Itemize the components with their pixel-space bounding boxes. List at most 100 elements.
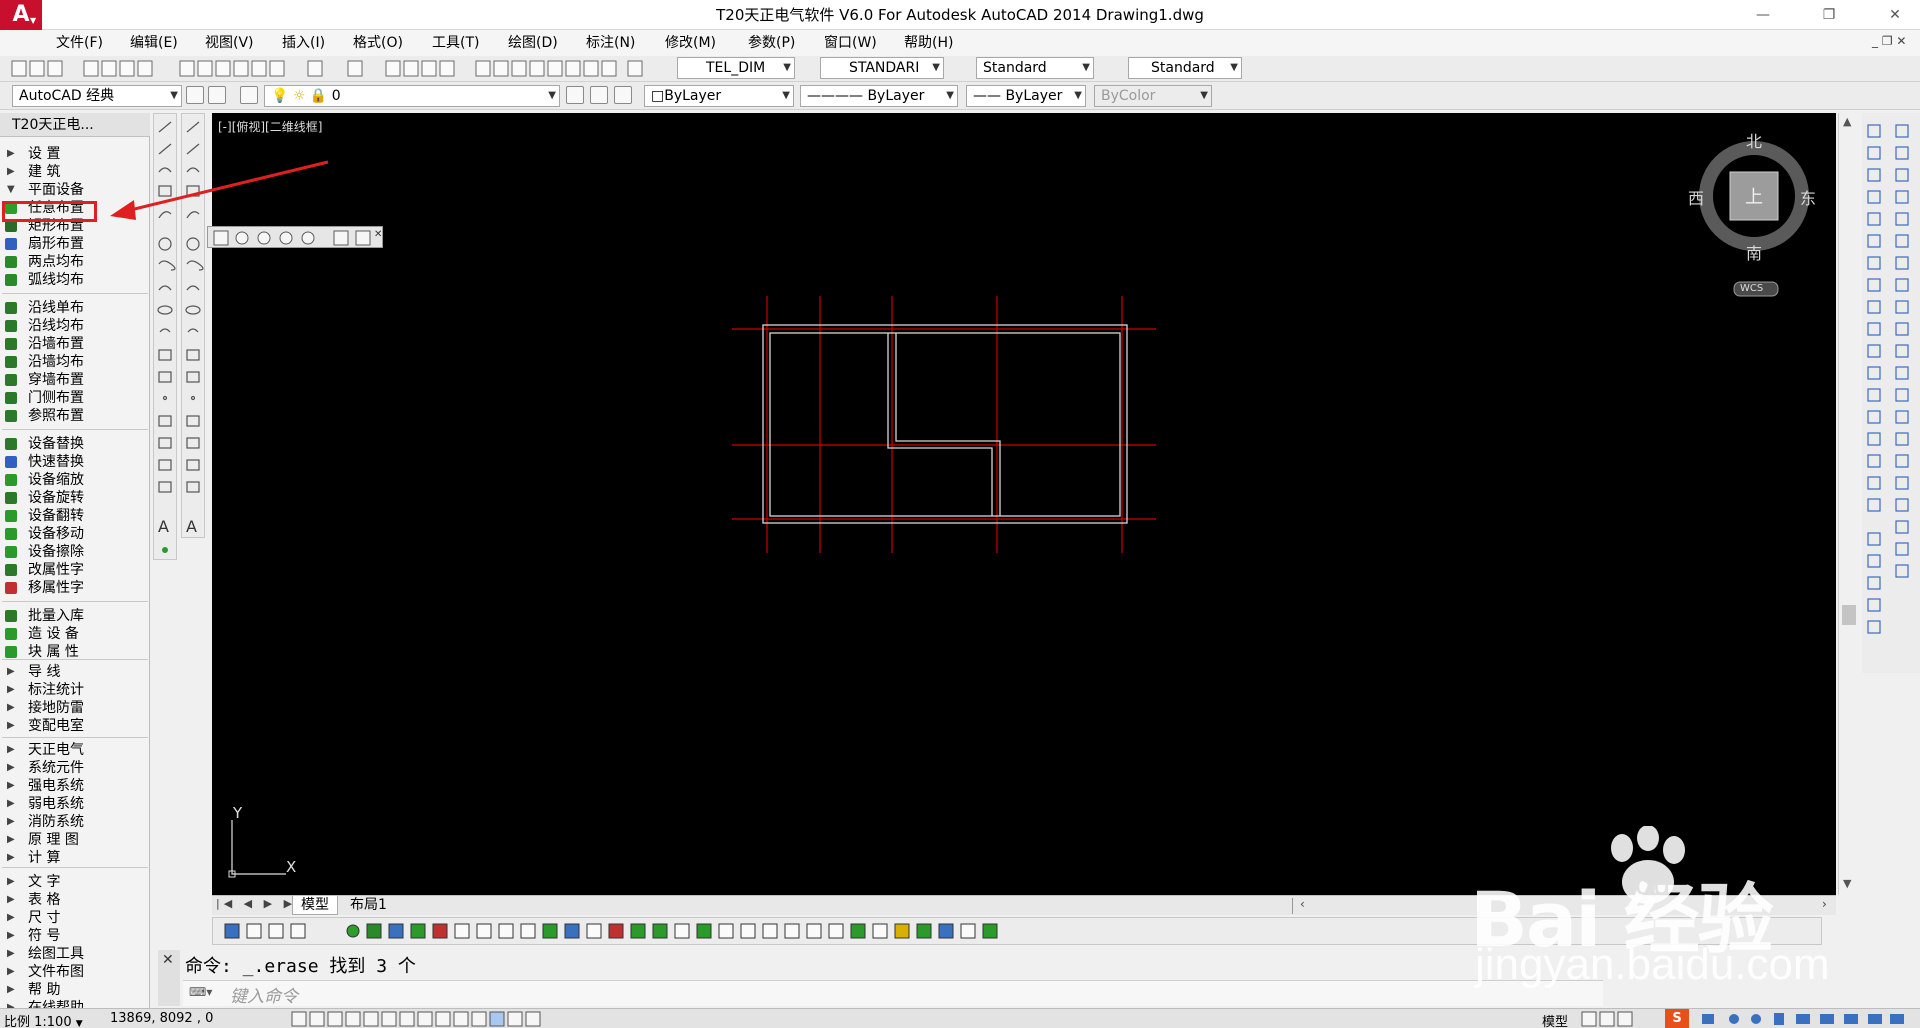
scroll-thumb[interactable]	[1842, 605, 1856, 625]
palette-item[interactable]: 设备擦除	[0, 543, 150, 561]
doc-window-controls[interactable]: _ ❐ ✕	[1872, 34, 1906, 48]
menu-draw[interactable]: 绘图(D)	[508, 30, 558, 56]
palette-item[interactable]: 扇形布置	[0, 235, 150, 253]
palette-item[interactable]: ▶ 原 理 图	[0, 831, 150, 849]
palette-item[interactable]: ▶ 天正电气	[0, 741, 150, 759]
layer-previous-icon[interactable]	[590, 86, 608, 104]
palette-item[interactable]: 沿墙均布	[0, 353, 150, 371]
palette-item[interactable]: ▶ 接地防雷	[0, 699, 150, 717]
toolbar-lock-icon[interactable]	[208, 86, 226, 104]
palette-item[interactable]: 设备替换	[0, 435, 150, 453]
palette-item[interactable]: ▶ 符 号	[0, 927, 150, 945]
palette-item[interactable]: 参照布置	[0, 407, 150, 425]
layer-select[interactable]: 💡 ☼ 🔒 0 ▼	[264, 85, 560, 107]
menu-format[interactable]: 格式(O)	[353, 30, 403, 56]
workspace-select[interactable]: AutoCAD 经典 ▼	[12, 85, 182, 107]
palette-item[interactable]: 弧线均布	[0, 271, 150, 289]
palette-item[interactable]: 设备旋转	[0, 489, 150, 507]
model-space-toggle[interactable]: 模型	[1542, 1011, 1568, 1028]
palette-item[interactable]: ▶ 系统元件	[0, 759, 150, 777]
palette-item[interactable]: 两点均布	[0, 253, 150, 271]
tab-nav-arrows[interactable]: |◀ ◀ ▶ ▶|	[216, 897, 304, 910]
close-icon[interactable]: ✕	[162, 952, 174, 968]
palette-item[interactable]: 批量入库	[0, 607, 150, 625]
tab-model[interactable]: 模型	[292, 896, 338, 915]
palette-item[interactable]: ▶ 表 格	[0, 891, 150, 909]
palette-item[interactable]: ▶ 计 算	[0, 849, 150, 867]
palette-item[interactable]: ▶ 导 线	[0, 663, 150, 681]
palette-item[interactable]: 快速替换	[0, 453, 150, 471]
annotation-arrow	[110, 160, 329, 220]
linetype-select[interactable]: ———— ByLayer ▼	[800, 85, 958, 107]
menu-edit[interactable]: 编辑(E)	[130, 30, 178, 56]
scroll-right-icon[interactable]: ›	[1822, 897, 1827, 911]
drafting-toggles[interactable]	[290, 1011, 590, 1027]
viewcube[interactable]	[1690, 130, 1830, 300]
menu-modify[interactable]: 修改(M)	[665, 30, 716, 56]
menu-file[interactable]: 文件(F)	[56, 30, 103, 56]
bottom-tool-icons[interactable]	[213, 918, 1213, 944]
ime-toolbar-icons[interactable]	[1700, 1011, 1910, 1027]
menu-parameter[interactable]: 参数(P)	[748, 30, 795, 56]
scroll-up-icon[interactable]: ▲	[1843, 115, 1851, 128]
menu-dimension[interactable]: 标注(N)	[586, 30, 635, 56]
palette-item[interactable]: 设备翻转	[0, 507, 150, 525]
restore-button[interactable]: ❐	[1806, 0, 1852, 30]
palette-item[interactable]: 门侧布置	[0, 389, 150, 407]
menu-view[interactable]: 视图(V)	[205, 30, 254, 56]
status-quick-icons[interactable]	[1580, 1011, 1640, 1027]
compass-east: 东	[1800, 189, 1817, 208]
menu-tools[interactable]: 工具(T)	[432, 30, 479, 56]
compass-west: 西	[1688, 189, 1705, 208]
palette-item[interactable]: 设备缩放	[0, 471, 150, 489]
palette-item[interactable]: ▶ 尺 寸	[0, 909, 150, 927]
menu-help[interactable]: 帮助(H)	[904, 30, 953, 56]
scroll-down-icon[interactable]: ▼	[1843, 877, 1851, 890]
table-style-select[interactable]: Standard ▼	[976, 57, 1094, 79]
palette-item[interactable]: 沿线均布	[0, 317, 150, 335]
lineweight-select[interactable]: —— ByLayer ▼	[966, 85, 1086, 107]
palette-item[interactable]: 沿墙布置	[0, 335, 150, 353]
wcs-menu[interactable]: WCS	[1740, 283, 1763, 294]
palette-item[interactable]: ▶ 消防系统	[0, 813, 150, 831]
app-logo-button[interactable]: A	[0, 0, 42, 30]
layer-properties-icon[interactable]	[240, 86, 258, 104]
command-window-grip[interactable]: ✕	[158, 950, 180, 1006]
command-prompt-icon[interactable]: ⌨▾	[189, 985, 212, 999]
palette-title[interactable]: T20天正电...	[0, 113, 150, 137]
dim-style-select[interactable]: TEL_DIM ▼	[677, 57, 795, 79]
ime-logo-icon[interactable]: S	[1665, 1009, 1689, 1028]
make-current-icon[interactable]	[566, 86, 584, 104]
vertical-scrollbar[interactable]: ▲ ▼	[1838, 113, 1858, 895]
palette-item[interactable]: ▶ 变配电室	[0, 717, 150, 735]
scale-selector[interactable]: 比例 1:100 ▼	[4, 1011, 83, 1028]
palette-item[interactable]: ▶ 标注统计	[0, 681, 150, 699]
minimize-button[interactable]: —	[1740, 0, 1786, 30]
menu-window[interactable]: 窗口(W)	[824, 30, 877, 56]
palette-item[interactable]: 造 设 备	[0, 625, 150, 643]
palette-item[interactable]: 移属性字	[0, 579, 150, 597]
palette-item[interactable]: ▶ 帮 助	[0, 981, 150, 999]
tab-layout1[interactable]: 布局1	[342, 896, 395, 915]
palette-item[interactable]: ▶ 文 字	[0, 873, 150, 891]
palette-item[interactable]: 改属性字	[0, 561, 150, 579]
palette-item[interactable]: 设备移动	[0, 525, 150, 543]
viewcube-top-face[interactable]: 上	[1745, 183, 1763, 209]
gear-icon[interactable]	[186, 86, 204, 104]
palette-item[interactable]: ▶ 绘图工具	[0, 945, 150, 963]
scroll-left-icon[interactable]: ‹	[1300, 897, 1305, 911]
close-button[interactable]: ✕	[1872, 0, 1918, 30]
chevron-down-icon: ▼	[783, 62, 791, 73]
palette-item[interactable]: 沿线单布	[0, 299, 150, 317]
right-tool-icons[interactable]	[1862, 113, 1920, 673]
palette-item[interactable]: ▶ 文件布图	[0, 963, 150, 981]
palette-item[interactable]: ▶ 强电系统	[0, 777, 150, 795]
text-style-select[interactable]: STANDARI ▼	[820, 57, 944, 79]
command-line[interactable]: ⌨▾	[183, 980, 1603, 1006]
layer-state-icon[interactable]	[614, 86, 632, 104]
menu-insert[interactable]: 插入(I)	[282, 30, 325, 56]
color-select[interactable]: □ByLayer ▼	[644, 85, 794, 107]
palette-item[interactable]: ▶ 弱电系统	[0, 795, 150, 813]
palette-item[interactable]: 穿墙布置	[0, 371, 150, 389]
multileader-style-select[interactable]: Standard ▼	[1128, 57, 1242, 79]
